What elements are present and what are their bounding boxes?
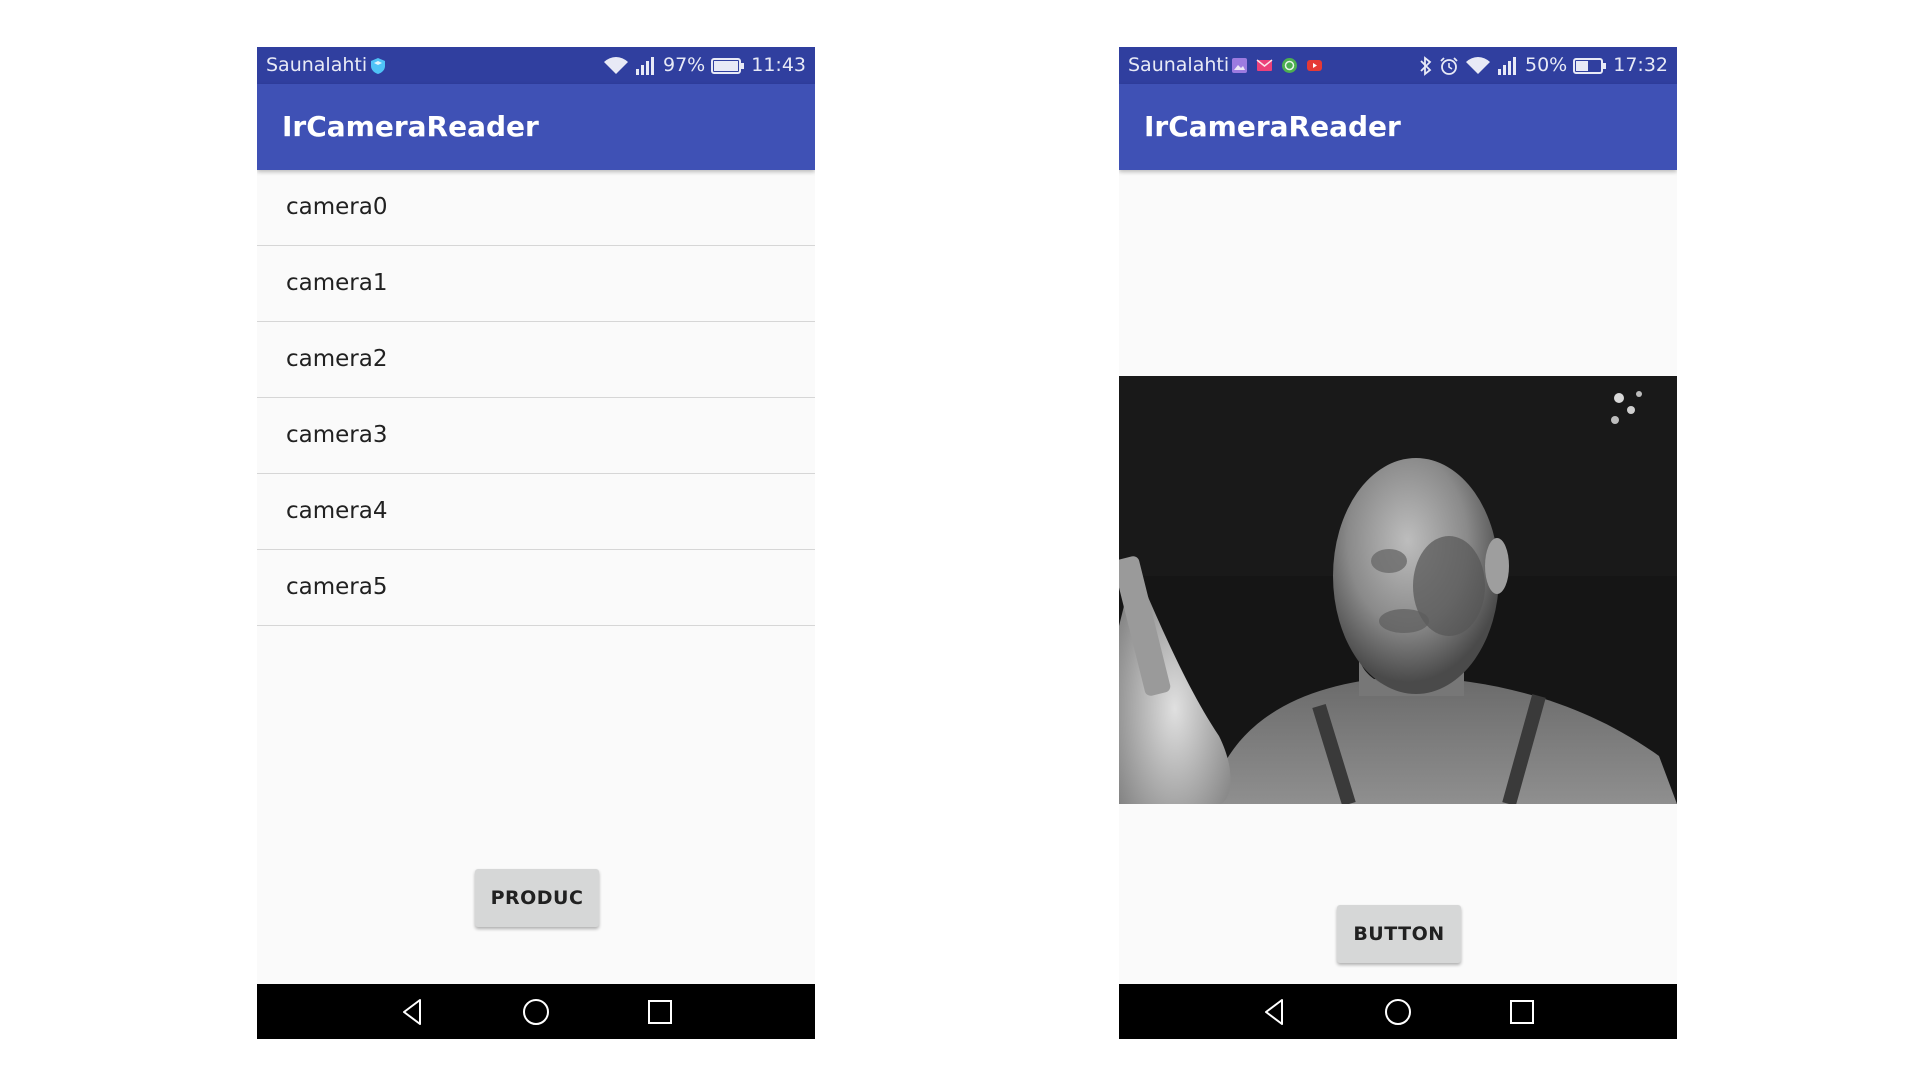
battery-percent: 97% bbox=[663, 54, 706, 76]
list-item[interactable]: camera2 bbox=[257, 322, 815, 398]
status-bar: Saunalahti 50% 17:32 bbox=[1119, 47, 1677, 84]
produce-button[interactable]: PRODUC bbox=[475, 869, 599, 927]
wifi-icon bbox=[604, 56, 628, 74]
notification-icons bbox=[369, 47, 387, 84]
carrier-name: Saunalahti bbox=[266, 54, 368, 76]
recent-apps-icon[interactable] bbox=[1506, 996, 1538, 1028]
app-bar: IrCameraReader bbox=[257, 84, 815, 170]
alarm-icon bbox=[1440, 56, 1458, 75]
gallery-icon bbox=[1232, 58, 1247, 73]
status-time: 11:43 bbox=[751, 54, 806, 76]
signal-icon bbox=[1498, 56, 1516, 75]
battery-icon bbox=[1573, 57, 1607, 74]
navigation-bar bbox=[1119, 984, 1677, 1039]
app-title: IrCameraReader bbox=[282, 110, 539, 143]
main-button[interactable]: BUTTON bbox=[1337, 905, 1461, 963]
navigation-bar bbox=[257, 984, 815, 1039]
list-item[interactable]: camera5 bbox=[257, 550, 815, 626]
status-right-group: 50% 17:32 bbox=[1419, 47, 1668, 84]
app-bar: IrCameraReader bbox=[1119, 84, 1677, 170]
list-item[interactable]: camera4 bbox=[257, 474, 815, 550]
ir-camera-preview bbox=[1119, 376, 1677, 804]
signal-icon bbox=[636, 56, 654, 75]
phone-screen-left: Saunalahti 97% 11:43 IrCameraReader came… bbox=[257, 47, 815, 1039]
home-icon[interactable] bbox=[520, 996, 552, 1028]
status-bar: Saunalahti 97% 11:43 bbox=[257, 47, 815, 84]
carrier-name: Saunalahti bbox=[1128, 54, 1230, 76]
list-item[interactable]: camera3 bbox=[257, 398, 815, 474]
shield-icon bbox=[371, 57, 385, 74]
list-item[interactable]: camera0 bbox=[257, 170, 815, 246]
notification-icons bbox=[1231, 47, 1323, 84]
battery-icon bbox=[711, 57, 745, 74]
bluetooth-icon bbox=[1420, 55, 1432, 76]
youtube-icon bbox=[1307, 60, 1322, 71]
battery-percent: 50% bbox=[1525, 54, 1568, 76]
back-icon[interactable] bbox=[396, 996, 428, 1028]
status-time: 17:32 bbox=[1613, 54, 1668, 76]
phone-screen-right: Saunalahti 50% 17:32 IrCameraReader BUTT… bbox=[1119, 47, 1677, 1039]
status-right-group: 97% 11:43 bbox=[603, 47, 806, 84]
list-item[interactable]: camera1 bbox=[257, 246, 815, 322]
whatsapp-icon bbox=[1282, 58, 1297, 73]
mail-icon bbox=[1256, 59, 1273, 71]
camera-list: camera0 camera1 camera2 camera3 camera4 … bbox=[257, 170, 815, 626]
app-title: IrCameraReader bbox=[1144, 110, 1401, 143]
recent-apps-icon[interactable] bbox=[644, 996, 676, 1028]
back-icon[interactable] bbox=[1258, 996, 1290, 1028]
home-icon[interactable] bbox=[1382, 996, 1414, 1028]
wifi-icon bbox=[1466, 56, 1490, 74]
